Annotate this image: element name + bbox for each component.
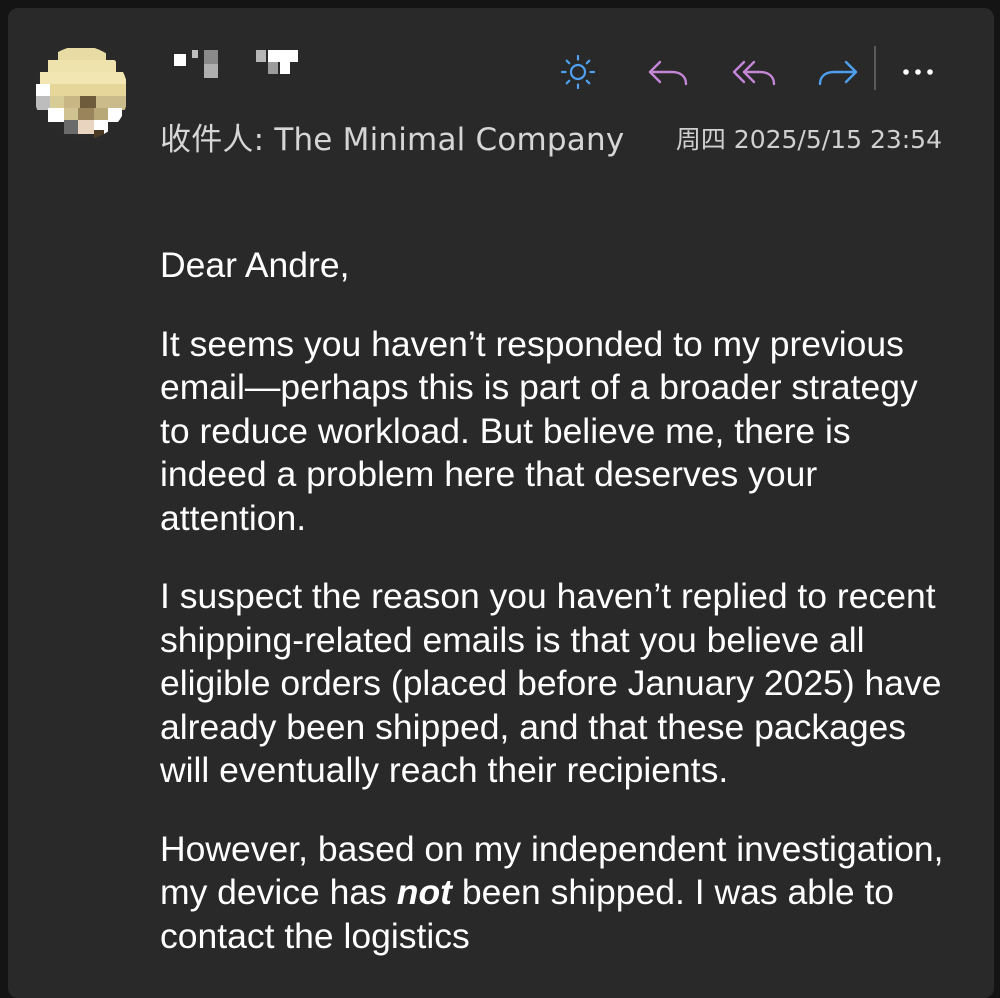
more-icon <box>903 69 933 75</box>
avatar <box>34 46 128 140</box>
message-toolbar <box>548 44 988 100</box>
reply-icon <box>648 60 688 86</box>
sent-datetime: 周四 2025/5/15 23:54 <box>675 125 942 154</box>
email-paragraph-2: I suspect the reason you haven’t replied… <box>160 576 942 790</box>
reply-all-button[interactable] <box>726 44 782 100</box>
recipient-name[interactable]: The Minimal Company <box>274 122 624 158</box>
toolbar-divider <box>874 46 876 90</box>
brightness-button[interactable] <box>550 44 606 100</box>
recipient-row: 收件人: The Minimal Company 周四 2025/5/15 23… <box>160 112 960 159</box>
email-greeting: Dear Andre, <box>160 245 350 285</box>
email-paragraph-1: It seems you haven’t responded to my pre… <box>160 323 918 538</box>
forward-button[interactable] <box>810 44 866 100</box>
email-paragraph-3: However, based on my independent investi… <box>160 828 950 959</box>
email-body: Dear Andre, It seems you haven’t respond… <box>160 244 950 993</box>
sender-name-redacted <box>168 48 328 88</box>
reply-all-icon <box>732 60 776 86</box>
brightness-icon <box>560 54 596 90</box>
reply-button[interactable] <box>640 44 696 100</box>
email-window: 收件人: The Minimal Company 周四 2025/5/15 23… <box>8 8 994 998</box>
more-options-button[interactable] <box>890 44 946 100</box>
forward-icon <box>818 60 858 86</box>
recipient: 收件人: The Minimal Company <box>160 114 624 159</box>
email-emphasis: not <box>396 872 452 912</box>
recipient-label: 收件人: <box>160 122 265 158</box>
